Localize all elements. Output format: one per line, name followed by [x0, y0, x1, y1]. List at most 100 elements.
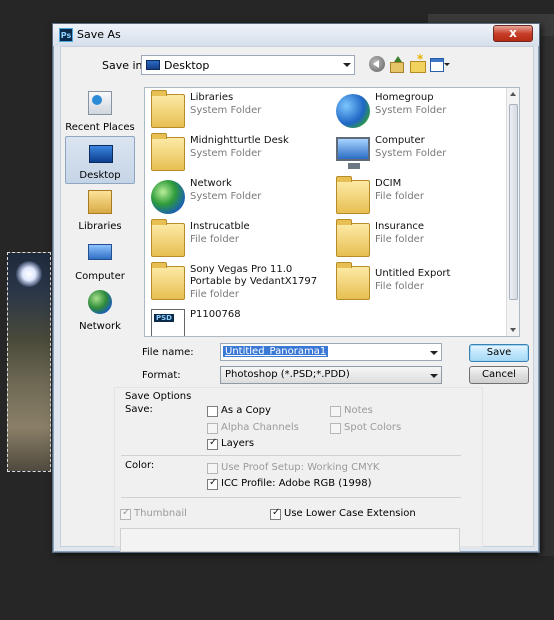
file-name-label: File name: [142, 347, 194, 358]
save-button[interactable]: Save [469, 344, 529, 362]
checkbox-label: Spot Colors [344, 422, 402, 433]
file-name: Midnightturtle Desk [190, 135, 289, 146]
chevron-down-icon [430, 374, 438, 378]
file-type: System Folder [190, 105, 262, 116]
network-icon [88, 290, 112, 314]
file-type: System Folder [375, 148, 447, 159]
list-item[interactable]: Homegroup System Folder [332, 90, 512, 132]
checkbox-box[interactable] [330, 423, 341, 434]
checkbox-box[interactable] [207, 423, 218, 434]
place-libraries[interactable]: Libraries [65, 186, 135, 234]
file-type: File folder [375, 281, 424, 292]
places-bar: Recent Places Desktop Libraries Computer… [65, 87, 139, 345]
chevron-down-icon[interactable] [430, 351, 438, 355]
save-label: Save: [125, 404, 153, 415]
list-item[interactable]: Instrucatble File folder [147, 219, 327, 261]
checkbox-label: As a Copy [221, 405, 271, 416]
file-list-scrollbar[interactable] [506, 88, 519, 336]
computer-icon [88, 244, 112, 260]
save-as-dialog: Ps Save As x Save in: Desktop Recent Pla… [52, 23, 540, 553]
checkbox-label: Use Lower Case Extension [284, 508, 416, 519]
dialog-body: Save in: Desktop Recent Places Desktop L [60, 46, 534, 552]
file-type: System Folder [190, 191, 262, 202]
computer-icon [336, 137, 370, 169]
file-type: File folder [190, 289, 239, 300]
checkbox-label: Layers [221, 438, 255, 449]
photoshop-panel-strip [538, 36, 554, 556]
checkbox-box[interactable] [270, 507, 281, 520]
place-label: Libraries [78, 221, 122, 232]
file-name: Network [190, 178, 232, 189]
folder-icon [151, 262, 185, 300]
cancel-button[interactable]: Cancel [469, 366, 529, 384]
recent-places-icon [88, 91, 112, 115]
checkbox-box[interactable] [207, 463, 218, 474]
libraries-icon [88, 190, 112, 214]
checkbox-label: ICC Profile: Adobe RGB (1998) [221, 478, 372, 489]
file-name: Sony Vegas Pro 11.0 Portable by VedantX1… [190, 264, 318, 287]
color-label: Color: [125, 460, 155, 471]
back-icon[interactable] [369, 56, 385, 72]
title-bar[interactable]: Ps Save As x [53, 24, 539, 46]
divider [121, 455, 461, 456]
scroll-up-icon[interactable] [510, 92, 516, 96]
save-in-dropdown[interactable]: Desktop [141, 55, 355, 75]
homegroup-icon [336, 94, 370, 128]
close-button[interactable]: x [493, 25, 533, 42]
list-item[interactable]: Libraries System Folder [147, 90, 327, 132]
place-recent-places[interactable]: Recent Places [65, 87, 135, 135]
list-item[interactable]: Sony Vegas Pro 11.0 Portable by VedantX1… [147, 262, 332, 304]
list-item[interactable]: Network System Folder [147, 176, 327, 218]
checkbox-box[interactable] [330, 406, 341, 417]
format-value: Photoshop (*.PSD;*.PDD) [225, 369, 350, 380]
file-name: Libraries [190, 92, 234, 103]
list-item[interactable]: Midnightturtle Desk System Folder [147, 133, 327, 175]
list-item[interactable]: Computer System Folder [332, 133, 512, 175]
desktop-icon [89, 145, 113, 163]
new-folder-icon[interactable] [409, 52, 426, 73]
dialog-title: Save As [77, 28, 121, 41]
up-folder-icon[interactable] [389, 56, 405, 73]
file-name: Instrucatble [190, 221, 250, 232]
place-computer[interactable]: Computer [65, 236, 135, 284]
checkbox-box[interactable] [207, 477, 218, 490]
file-type: File folder [375, 191, 424, 202]
photoshop-icon: Ps [59, 28, 73, 42]
format-dropdown[interactable]: Photoshop (*.PSD;*.PDD) [220, 366, 442, 384]
file-name: Untitled Export [375, 268, 451, 279]
list-item[interactable]: Untitled Export File folder [332, 262, 512, 304]
folder-icon [336, 262, 370, 300]
list-item[interactable]: DCIM File folder [332, 176, 512, 218]
view-menu-icon[interactable] [429, 56, 450, 72]
place-desktop[interactable]: Desktop [65, 136, 135, 184]
user-folder-icon [151, 133, 185, 171]
checkbox-label: Alpha Channels [221, 422, 299, 433]
file-type: File folder [375, 234, 424, 245]
file-name: Insurance [375, 221, 425, 232]
place-network[interactable]: Network [65, 286, 135, 334]
save-options-title: Save Options [125, 391, 192, 402]
file-name: Computer [375, 135, 425, 146]
place-label: Network [79, 321, 121, 332]
place-label: Desktop [79, 170, 121, 181]
save-in-value: Desktop [164, 59, 210, 72]
checkbox-box[interactable] [207, 406, 218, 417]
chevron-down-icon [343, 63, 351, 67]
network-icon [151, 180, 185, 214]
list-item[interactable]: P1100768 [147, 305, 327, 336]
scroll-down-icon[interactable] [510, 328, 516, 332]
place-label: Recent Places [65, 122, 135, 133]
libraries-folder-icon [151, 90, 185, 128]
file-name: Homegroup [375, 92, 434, 103]
file-type: File folder [190, 234, 239, 245]
list-item[interactable]: Insurance File folder [332, 219, 512, 261]
desktop-icon [146, 60, 160, 70]
checkbox-box[interactable] [120, 507, 131, 520]
canvas-image-preview [7, 252, 51, 472]
file-name: P1100768 [190, 309, 241, 320]
save-in-label: Save in: [102, 59, 147, 72]
scroll-thumb[interactable] [509, 104, 518, 300]
checkbox-box[interactable] [207, 437, 218, 450]
file-name-field[interactable]: Untitled_Panorama1 [220, 343, 442, 361]
divider [121, 497, 461, 498]
